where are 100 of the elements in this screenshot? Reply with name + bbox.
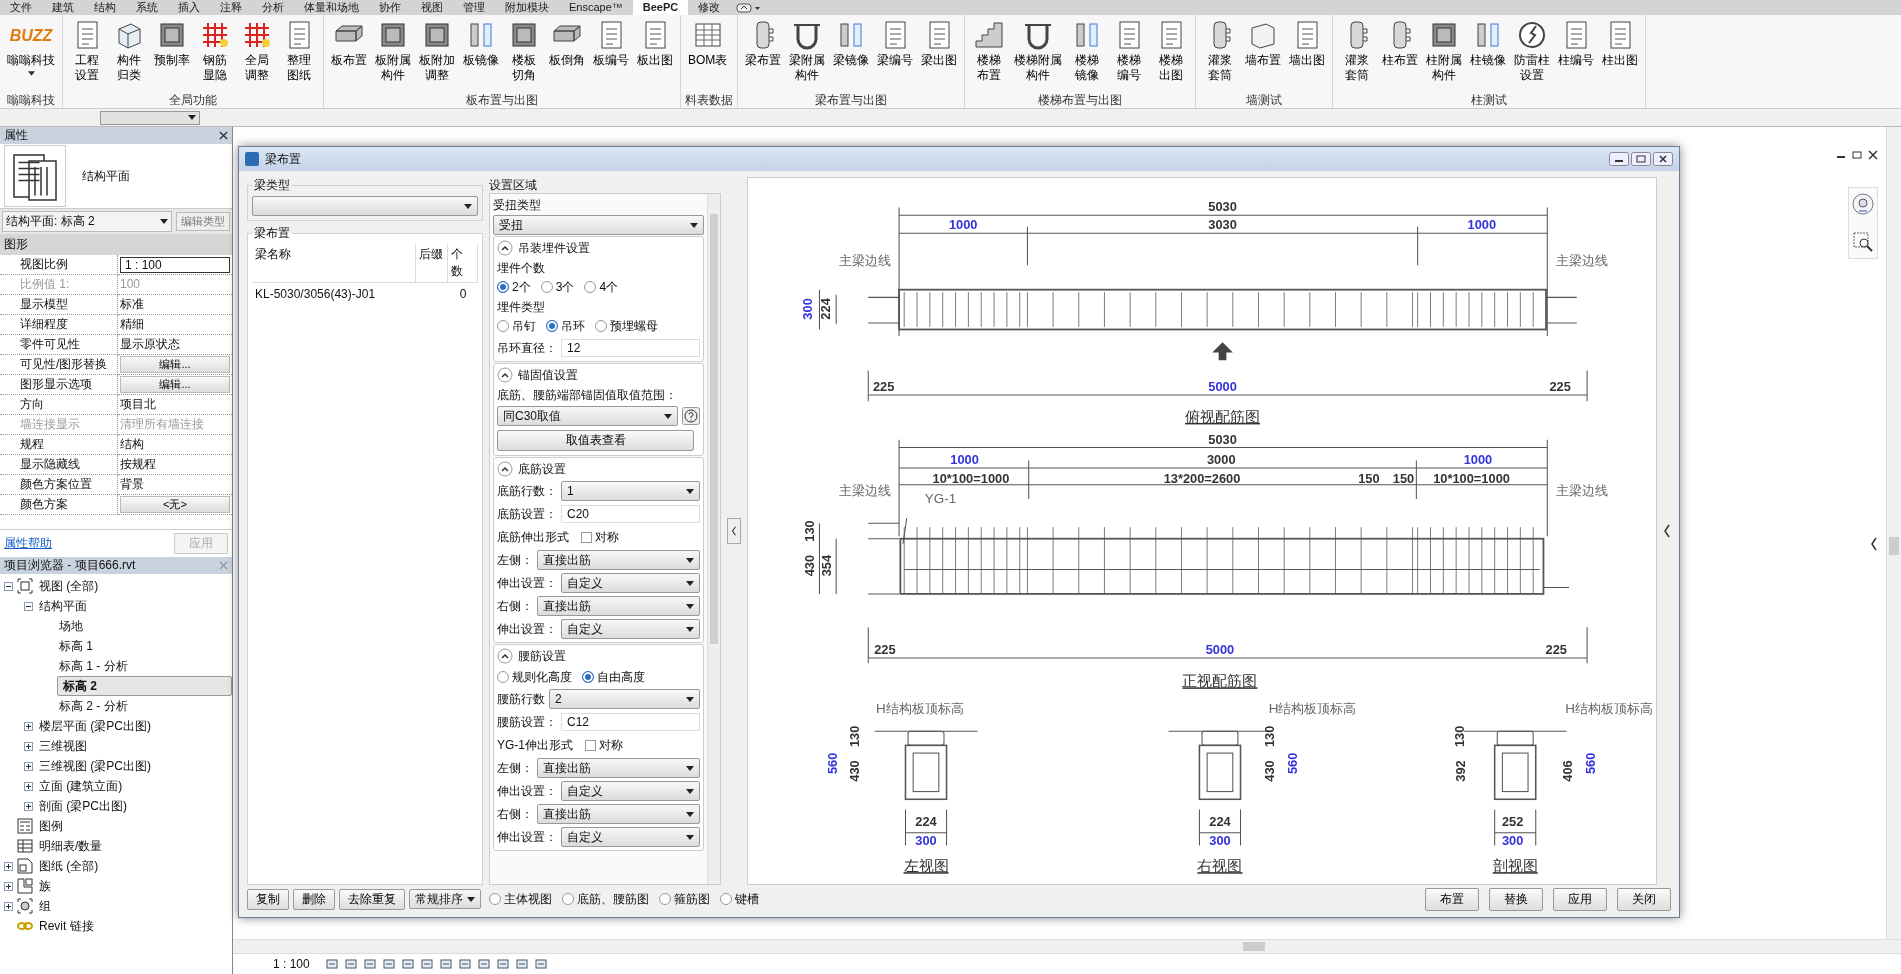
tree-item[interactable]: 标高 1 - 分析 xyxy=(57,656,130,676)
ribbon-button[interactable]: 柱编号 xyxy=(1555,15,1597,92)
ribbon-button[interactable]: 板布置 xyxy=(328,15,370,92)
ribbon-button[interactable]: 梁镜像 xyxy=(830,15,872,92)
input-field[interactable]: 12 xyxy=(561,339,700,357)
view-control-icon[interactable] xyxy=(343,957,358,971)
workspace-dropdown-icon[interactable] xyxy=(736,1,763,14)
tree-item[interactable]: 图例 xyxy=(37,816,65,836)
view-control-icon[interactable] xyxy=(495,957,510,971)
help-link[interactable]: 属性帮助 xyxy=(4,535,52,552)
input-field[interactable]: C12 xyxy=(561,713,700,731)
action-button[interactable]: 应用 xyxy=(1553,887,1607,911)
close-icon[interactable] xyxy=(1866,149,1880,161)
expand-icon[interactable] xyxy=(24,801,33,811)
radio-button[interactable] xyxy=(659,893,671,905)
tree-item[interactable]: 结构平面 xyxy=(37,596,89,616)
action-button[interactable]: 布置 xyxy=(1425,887,1479,911)
edit-type-button[interactable]: 编辑类型 xyxy=(176,212,230,231)
radio-label[interactable]: 主体视图 xyxy=(504,890,552,908)
ribbon-button[interactable]: 梁布置 xyxy=(742,15,784,92)
type-selector[interactable] xyxy=(100,110,200,125)
action-button[interactable]: 替换 xyxy=(1489,887,1543,911)
input-field[interactable]: C20 xyxy=(561,505,700,523)
radio-label[interactable]: 键槽 xyxy=(735,890,759,908)
tree-item[interactable]: 三维视图 (梁PC出图) xyxy=(37,756,153,776)
radio-label[interactable]: 规则化高度 xyxy=(512,668,572,686)
ribbon-button[interactable]: 楼梯附属 构件 xyxy=(1011,15,1065,92)
ribbon-button[interactable]: 灌浆 套筒 xyxy=(1200,15,1240,92)
lookup-table-button[interactable]: 取值表查看 xyxy=(497,430,694,451)
expand-icon[interactable] xyxy=(4,881,13,891)
ribbon-button[interactable]: 柱附属 构件 xyxy=(1423,15,1465,92)
view-control-icon[interactable] xyxy=(533,957,548,971)
help-icon[interactable] xyxy=(682,407,700,425)
collapse-icon[interactable] xyxy=(497,648,513,664)
tree-item[interactable]: 标高 2 xyxy=(57,676,232,696)
zoom-icon[interactable] xyxy=(1851,230,1875,254)
dropdown[interactable]: 直接出筋 xyxy=(537,758,700,778)
view-control-icon[interactable] xyxy=(419,957,434,971)
ribbon-button[interactable]: 楼梯 编号 xyxy=(1109,15,1149,92)
ribbon-button[interactable]: 楼板 切角 xyxy=(504,15,544,92)
view-control-icon[interactable] xyxy=(381,957,396,971)
radio-button[interactable] xyxy=(595,320,607,332)
horizontal-scrollbar[interactable] xyxy=(233,939,1901,953)
ribbon-button[interactable]: 楼梯 出图 xyxy=(1151,15,1191,92)
dropdown[interactable]: 1 xyxy=(561,481,700,501)
action-button[interactable]: 复制 xyxy=(247,888,289,910)
ribbon-button[interactable]: 板出图 xyxy=(634,15,676,92)
property-button[interactable]: 编辑... xyxy=(120,376,230,393)
dropdown[interactable]: 直接出筋 xyxy=(537,550,700,570)
expand-icon[interactable] xyxy=(24,741,33,751)
view-control-icon[interactable] xyxy=(476,957,491,971)
tree-item[interactable]: 楼层平面 (梁PC出图) xyxy=(37,716,153,736)
view-control-icon[interactable] xyxy=(438,957,453,971)
ribbon-tab[interactable]: 分析 xyxy=(252,0,294,15)
close-icon[interactable] xyxy=(219,131,228,140)
beam-type-dropdown[interactable] xyxy=(252,196,478,216)
tree-item[interactable]: 明细表/数量 xyxy=(37,836,105,856)
ribbon-button[interactable]: 工程 设置 xyxy=(67,15,107,92)
radio-label[interactable]: 吊环 xyxy=(561,317,585,335)
action-button[interactable]: 删除 xyxy=(293,888,335,910)
ribbon-button[interactable]: 墙出图 xyxy=(1286,15,1328,92)
radio-button[interactable] xyxy=(546,320,558,332)
ribbon-button[interactable]: 梁出图 xyxy=(918,15,960,92)
tree-item[interactable]: 图纸 (全部) xyxy=(37,856,101,876)
expand-icon[interactable] xyxy=(24,761,33,771)
ribbon-tab[interactable]: 体量和场地 xyxy=(294,0,369,15)
collapse-icon[interactable] xyxy=(497,240,513,256)
ribbon-button[interactable]: 柱镜像 xyxy=(1467,15,1509,92)
ribbon-tab[interactable]: 视图 xyxy=(411,0,453,15)
ribbon-button[interactable]: 墙布置 xyxy=(1242,15,1284,92)
collapse-button[interactable] xyxy=(727,518,741,544)
tree-item[interactable]: 场地 xyxy=(57,616,85,636)
ribbon-tab[interactable]: 插入 xyxy=(168,0,210,15)
minimize-icon[interactable] xyxy=(1609,152,1629,166)
ribbon-button[interactable]: 柱出图 xyxy=(1599,15,1641,92)
column-header[interactable]: 个数 xyxy=(448,244,478,283)
chevron-left-icon[interactable] xyxy=(1870,537,1878,551)
ribbon-button[interactable]: 预制率 xyxy=(151,15,193,92)
collapse-icon[interactable] xyxy=(24,601,33,611)
vertical-scrollbar[interactable] xyxy=(1886,127,1901,939)
ribbon-button[interactable]: 防雷柱 设置 xyxy=(1511,15,1553,92)
ribbon-button[interactable]: 钢筋 显隐 xyxy=(195,15,235,92)
dropdown[interactable]: 自定义 xyxy=(561,573,700,593)
radio-label[interactable]: 预埋螺母 xyxy=(610,317,658,335)
ribbon-button[interactable]: 整理 图纸 xyxy=(279,15,319,92)
view-control-icon[interactable] xyxy=(514,957,529,971)
view-control-icon[interactable] xyxy=(400,957,415,971)
dropdown[interactable]: 自定义 xyxy=(561,619,700,639)
dropdown[interactable]: 同C30取值 xyxy=(497,406,678,426)
radio-button[interactable] xyxy=(489,893,501,905)
collapse-icon[interactable] xyxy=(497,461,513,477)
radio-label[interactable]: 4个 xyxy=(599,278,619,296)
collapse-icon[interactable] xyxy=(4,581,13,591)
sort-dropdown[interactable]: 常规排序 xyxy=(409,889,481,909)
ribbon-tab[interactable]: Enscape™ xyxy=(559,0,633,15)
ribbon-button[interactable]: 板倒角 xyxy=(546,15,588,92)
ribbon-button[interactable]: BOM表 xyxy=(685,15,731,92)
radio-button[interactable] xyxy=(720,893,732,905)
ribbon-button[interactable]: 楼梯 布置 xyxy=(969,15,1009,92)
ribbon-button[interactable]: 板附加 调整 xyxy=(416,15,458,92)
